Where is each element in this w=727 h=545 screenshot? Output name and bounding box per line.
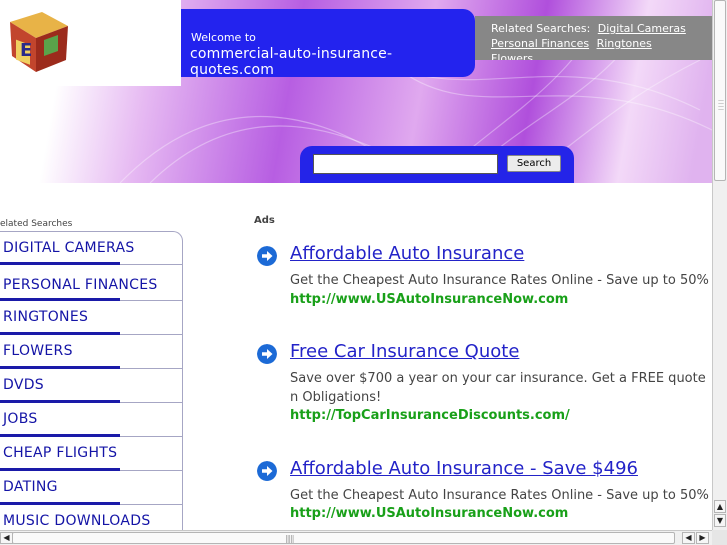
sidebar-item-label: PERSONAL FINANCES xyxy=(3,277,158,293)
sidebar-item-label: DVDS xyxy=(3,377,44,393)
search-button[interactable]: Search xyxy=(507,155,561,172)
related-link-ringtones[interactable]: Ringtones xyxy=(597,37,652,50)
related-link-flowers[interactable]: Flowers xyxy=(491,52,533,60)
scroll-down-icon[interactable]: ▼ xyxy=(714,514,726,527)
ads-heading: Ads xyxy=(254,215,275,226)
ad-description: Get the Cheapest Auto Insurance Rates On… xyxy=(290,273,712,288)
search-input[interactable] xyxy=(313,154,498,174)
sidebar-item-label: DIGITAL CAMERAS xyxy=(3,240,135,256)
svg-text:E: E xyxy=(20,40,32,61)
sidebar-item-label: FLOWERS xyxy=(3,343,73,359)
sidebar-item-label: CHEAP FLIGHTS xyxy=(3,445,118,461)
arrow-right-circle-icon[interactable] xyxy=(257,461,277,481)
horizontal-scrollbar[interactable]: ◀ ||||| ◀ ▶ xyxy=(0,530,712,545)
ad-url-link[interactable]: http://TopCarInsuranceDiscounts.com/ xyxy=(290,408,570,423)
related-searches-label: Related Searches: xyxy=(491,22,591,35)
sidebar-item-personal-finances[interactable]: PERSONAL FINANCES xyxy=(0,265,183,301)
letter-block-cube-icon[interactable]: E xyxy=(6,4,72,74)
ad-url-link[interactable]: http://www.USAutoInsuranceNow.com xyxy=(290,292,568,307)
sidebar-item-jobs[interactable]: JOBS xyxy=(0,403,183,437)
sidebar-item-dvds[interactable]: DVDS xyxy=(0,369,183,403)
logo-area: E xyxy=(0,0,181,86)
grip-icon: ||||| xyxy=(285,534,295,543)
scroll-left-icon[interactable]: ◀ xyxy=(682,532,695,544)
related-link-personal-finances[interactable]: Personal Finances xyxy=(491,37,589,50)
sidebar-item-flowers[interactable]: FLOWERS xyxy=(0,335,183,369)
sidebar-item-digital-cameras[interactable]: DIGITAL CAMERAS xyxy=(0,231,183,265)
related-searches-header: Related Searches: Digital Cameras Person… xyxy=(475,16,712,60)
sidebar-item-label: DATING xyxy=(3,479,58,495)
scroll-up-icon[interactable]: ▲ xyxy=(714,500,726,513)
ad-title-link[interactable]: Affordable Auto Insurance xyxy=(290,243,524,264)
vertical-scroll-thumb[interactable]: — — — — xyxy=(714,0,726,181)
welcome-text: Welcome to xyxy=(191,31,256,44)
sidebar-item-ringtones[interactable]: RINGTONES xyxy=(0,301,183,335)
ad-description: Get the Cheapest Auto Insurance Rates On… xyxy=(290,488,712,503)
search-panel: Search xyxy=(300,146,574,183)
sidebar-title: elated Searches xyxy=(0,219,73,229)
arrow-right-circle-icon[interactable] xyxy=(257,246,277,266)
related-link-digital-cameras[interactable]: Digital Cameras xyxy=(598,22,686,35)
scrollbar-corner xyxy=(712,530,727,545)
vertical-scrollbar[interactable]: — — — — ▲ ▼ xyxy=(712,0,727,530)
sidebar-item-label: RINGTONES xyxy=(3,309,89,325)
sidebar-item-label: JOBS xyxy=(3,411,38,427)
welcome-panel: Welcome to commercial-auto-insurance-quo… xyxy=(181,9,475,78)
ad-description: Save over $700 a year on your car insura… xyxy=(290,371,706,405)
ad-title-link[interactable]: Free Car Insurance Quote xyxy=(290,341,519,362)
ad-title-link[interactable]: Affordable Auto Insurance - Save $496 xyxy=(290,458,638,479)
sidebar-item-dating[interactable]: DATING xyxy=(0,471,183,505)
ad-url-link[interactable]: http://www.USAutoInsuranceNow.com xyxy=(290,506,568,521)
sidebar-item-cheap-flights[interactable]: CHEAP FLIGHTS xyxy=(0,437,183,471)
scroll-right-icon[interactable]: ▶ xyxy=(696,532,709,544)
sidebar-item-label: MUSIC DOWNLOADS xyxy=(3,513,151,529)
grip-icon: — — — — xyxy=(718,97,724,113)
arrow-right-circle-icon[interactable] xyxy=(257,344,277,364)
horizontal-scroll-thumb[interactable]: ||||| xyxy=(12,532,675,544)
header-banner: E Welcome to commercial-auto-insurance-q… xyxy=(0,0,712,183)
sidebar-related-list: DIGITAL CAMERAS PERSONAL FINANCES RINGTO… xyxy=(0,231,183,539)
site-domain-title[interactable]: commercial-auto-insurance-quotes.com xyxy=(190,46,475,78)
